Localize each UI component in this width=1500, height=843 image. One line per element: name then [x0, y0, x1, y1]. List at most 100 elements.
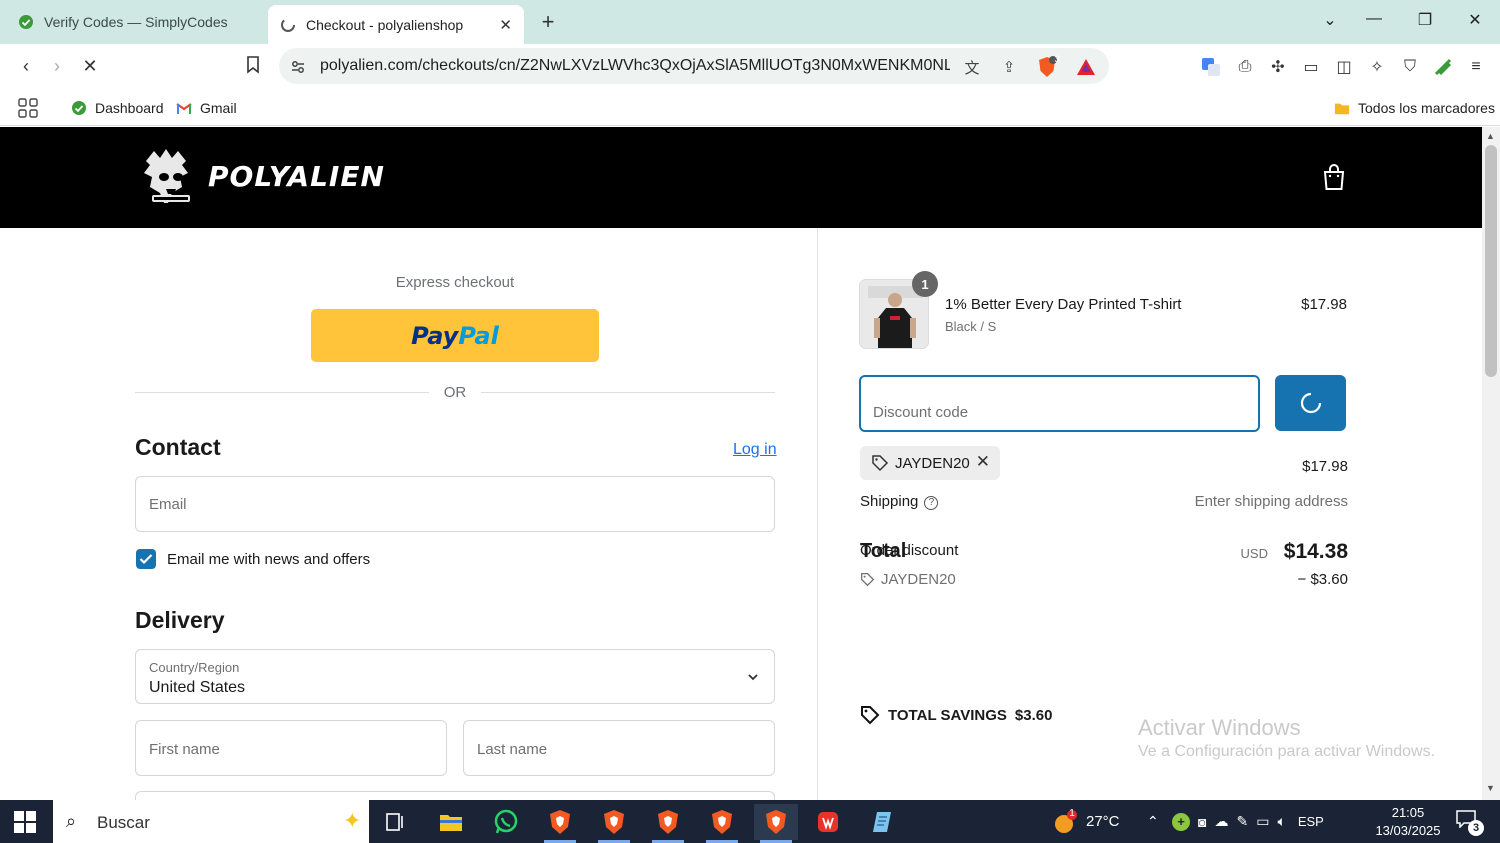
windows-taskbar: ⌕ Buscar ✦ 1 27°C ⌃ + ◙ ☁ ✎ ▭ 🔈︎ ESP 21:…: [0, 800, 1500, 843]
product-name: 1% Better Every Day Printed T-shirt: [945, 296, 1182, 313]
system-clock[interactable]: 21:05 13/03/2025: [1372, 804, 1444, 840]
whatsapp-icon[interactable]: [484, 804, 528, 840]
checkmark-icon: [139, 554, 153, 565]
shopping-bag-icon[interactable]: [1322, 163, 1346, 191]
translate-icon[interactable]: 文: [961, 56, 983, 78]
search-label: Buscar: [97, 813, 150, 832]
restore-button[interactable]: ❐: [1413, 10, 1437, 30]
simplycodes-extension-icon[interactable]: [1432, 56, 1454, 78]
bookmark-dashboard[interactable]: Dashboard: [71, 96, 164, 120]
tag-icon: [861, 573, 875, 587]
bookmarks-bar: Dashboard Gmail Todos los marcadores: [0, 90, 1500, 126]
brave-rewards-icon[interactable]: [1075, 56, 1097, 78]
office-icon[interactable]: [806, 804, 850, 840]
discount-code-line: JAYDEN20: [881, 571, 956, 588]
clock-time: 21:05: [1391, 805, 1425, 820]
applied-code-label: JAYDEN20: [895, 454, 970, 472]
page-scrollbar[interactable]: ▲ ▼: [1482, 127, 1500, 800]
tab-search-icon[interactable]: ⌄: [1318, 10, 1342, 30]
newsletter-checkbox[interactable]: [136, 549, 156, 569]
brave-window-1-icon[interactable]: [538, 804, 582, 843]
menu-icon[interactable]: ≡: [1465, 56, 1487, 78]
or-divider: OR: [135, 383, 775, 403]
address-bar[interactable]: polyalien.com/checkouts/cn/Z2NwLXVzLWVhc…: [279, 48, 1109, 84]
new-tab-button[interactable]: +: [537, 9, 559, 35]
taskbar-search[interactable]: ⌕ Buscar ✦: [53, 800, 369, 843]
first-name-field[interactable]: First name: [135, 720, 447, 776]
discount-code-input[interactable]: Discount code: [859, 375, 1260, 432]
last-name-field[interactable]: Last name: [463, 720, 775, 776]
weather-badge: 1: [1069, 808, 1075, 819]
browser-toolbar: ‹ › ✕ polyalien.com/checkouts/cn/Z2NwLXV…: [0, 44, 1500, 90]
all-bookmarks[interactable]: Todos los marcadores: [1334, 96, 1495, 120]
help-icon[interactable]: ?: [924, 495, 939, 510]
savings-amount: $3.60: [1014, 706, 1053, 724]
network-icon[interactable]: ▭: [1256, 813, 1269, 830]
show-hidden-icons[interactable]: ⌃: [1147, 800, 1159, 843]
close-window-button[interactable]: ✕: [1463, 10, 1487, 30]
scrollbar-thumb[interactable]: [1485, 145, 1497, 377]
leo-ai-icon[interactable]: ✧: [1366, 56, 1388, 78]
task-view-icon[interactable]: [374, 804, 418, 840]
forward-button[interactable]: ›: [45, 56, 69, 78]
store-logo[interactable]: POLYALIEN: [136, 147, 385, 205]
scroll-up-icon[interactable]: ▲: [1486, 131, 1495, 141]
brave-window-2-icon[interactable]: [592, 804, 636, 843]
paypal-button[interactable]: Pay Pal: [311, 309, 599, 362]
bookmark-icon[interactable]: [241, 56, 265, 78]
column-divider: [817, 228, 818, 800]
share-icon[interactable]: ⇪: [998, 56, 1020, 78]
minimize-button[interactable]: —: [1362, 10, 1386, 28]
onedrive-icon[interactable]: ☁: [1214, 813, 1228, 830]
login-link[interactable]: Log in: [733, 441, 777, 459]
google-translate-icon[interactable]: [1200, 56, 1222, 78]
remove-code-icon[interactable]: ✕: [976, 452, 990, 472]
weather-widget[interactable]: 1 27°C: [1052, 800, 1120, 843]
volume-icon[interactable]: 🔈︎: [1277, 813, 1285, 830]
file-explorer-icon[interactable]: [429, 804, 473, 840]
total-label: Total: [860, 540, 907, 562]
savings-label: TOTAL SAVINGS: [888, 706, 1007, 724]
shipping-row: Shipping?: [860, 493, 939, 510]
express-checkout-label: Express checkout: [395, 274, 515, 291]
temperature: 27°C: [1086, 813, 1120, 830]
vpn-icon[interactable]: ⛉: [1399, 56, 1421, 78]
back-button[interactable]: ‹: [14, 56, 38, 78]
quantity-badge: 1: [912, 271, 938, 297]
sidebar-icon[interactable]: ▭: [1300, 56, 1322, 78]
apps-icon[interactable]: [18, 96, 38, 120]
notepad-icon[interactable]: [860, 804, 904, 840]
delivery-title: Delivery: [135, 607, 225, 633]
product-variant: Black / S: [945, 319, 997, 334]
pen-icon[interactable]: ✎: [1236, 813, 1248, 830]
extensions-icon[interactable]: ✣: [1267, 56, 1289, 78]
total-savings: TOTAL SAVINGS $3.60: [860, 705, 1052, 725]
print-icon[interactable]: ⎙: [1234, 56, 1256, 78]
windows-start-icon[interactable]: [14, 811, 36, 833]
site-settings-icon[interactable]: [287, 56, 309, 78]
scroll-down-icon[interactable]: ▼: [1486, 783, 1495, 793]
close-tab-icon[interactable]: ✕: [499, 16, 512, 34]
notifications-button[interactable]: 3: [1456, 810, 1484, 836]
simplycodes-icon: [71, 100, 87, 116]
tab-checkout[interactable]: Checkout - polyalienshop ✕: [268, 5, 524, 44]
bookmark-label: Todos los marcadores: [1358, 100, 1495, 116]
stop-loading-button[interactable]: ✕: [78, 56, 102, 78]
simplycodes-icon: [18, 14, 34, 30]
product-price: $17.98: [1301, 296, 1347, 313]
email-field[interactable]: Email: [135, 476, 775, 532]
brave-window-4-icon[interactable]: [700, 804, 744, 843]
apply-discount-button[interactable]: [1275, 375, 1346, 431]
country-select[interactable]: Country/Region United States: [135, 649, 775, 704]
tab-simplycodes[interactable]: Verify Codes — SimplyCodes: [6, 5, 262, 39]
email-placeholder: Email: [149, 496, 187, 513]
brave-window-3-icon[interactable]: [646, 804, 690, 843]
brave-window-active-icon[interactable]: [754, 804, 798, 843]
tray-app-icon[interactable]: +: [1172, 812, 1190, 831]
meet-icon[interactable]: ◙: [1198, 814, 1206, 830]
bookmark-gmail[interactable]: Gmail: [176, 96, 237, 120]
browser-tab-strip: Verify Codes — SimplyCodes Checkout - po…: [0, 0, 1500, 44]
wallet-icon[interactable]: ◫: [1333, 56, 1355, 78]
bookmark-label: Dashboard: [95, 100, 164, 116]
language-indicator[interactable]: ESP: [1298, 814, 1324, 829]
